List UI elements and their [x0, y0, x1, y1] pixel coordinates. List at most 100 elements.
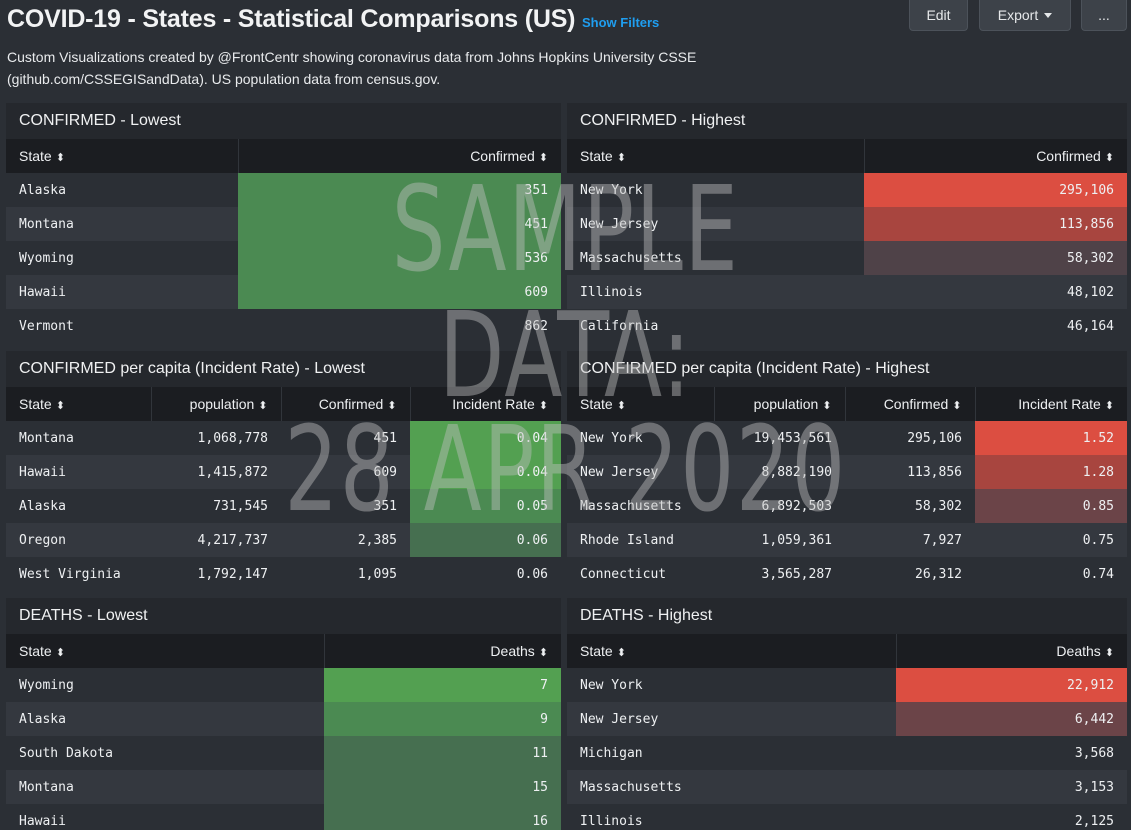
table-row[interactable]: Alaska 731,545 351 0.05 [6, 489, 561, 523]
state-cell: Rhode Island [567, 523, 714, 557]
data-table: State ⬍ Deaths ⬍ Wyoming 7 Alaska 9 South Dakota… [6, 634, 561, 830]
column-header-incident-rate[interactable]: Incident Rate ⬍ [410, 387, 561, 421]
value-cell: 609 [238, 275, 561, 309]
sort-icon[interactable]: ⬍ [822, 400, 831, 412]
value-cell: 8,882,190 [714, 455, 845, 489]
table-row[interactable]: Oregon 4,217,737 2,385 0.06 [6, 523, 561, 557]
column-header-confirmed[interactable]: Confirmed ⬍ [845, 387, 976, 421]
column-header-label: State [580, 148, 613, 164]
table-row[interactable]: Massachusetts 58,302 [567, 241, 1127, 275]
table-row[interactable]: California 46,164 [567, 309, 1127, 342]
sort-icon[interactable]: ⬍ [1105, 400, 1114, 412]
table-row[interactable]: New Jersey 8,882,190 113,856 1.28 [567, 455, 1127, 489]
edit-button[interactable]: Edit [909, 0, 968, 31]
table-row[interactable]: Wyoming 536 [6, 241, 561, 275]
column-header-label: Confirmed [318, 396, 384, 412]
column-header-deaths[interactable]: Deaths ⬍ [324, 634, 561, 668]
export-button[interactable]: Export [979, 0, 1071, 31]
state-cell: Michigan [567, 736, 896, 770]
table-row[interactable]: Montana 451 [6, 207, 561, 241]
sort-icon[interactable]: ⬍ [617, 152, 626, 164]
column-header-label: Incident Rate [1018, 396, 1101, 412]
value-cell: 11 [324, 736, 561, 770]
sort-icon[interactable]: ⬍ [617, 400, 626, 412]
panel-deaths-highest: DEATHS - Highest State ⬍ Deaths ⬍ New York 22,… [567, 598, 1127, 830]
value-cell: 4,217,737 [151, 523, 281, 557]
value-cell: 1.52 [975, 421, 1127, 455]
column-header-population[interactable]: population ⬍ [151, 387, 282, 421]
panel-title: CONFIRMED per capita (Incident Rate) - L… [6, 351, 561, 387]
sort-icon[interactable]: ⬍ [952, 400, 961, 412]
sort-icon[interactable]: ⬍ [539, 647, 548, 659]
table-row[interactable]: Wyoming 7 [6, 668, 561, 702]
column-header-state[interactable]: State ⬍ [6, 139, 239, 173]
table-row[interactable]: South Dakota 11 [6, 736, 561, 770]
sort-icon[interactable]: ⬍ [617, 647, 626, 659]
column-header-state[interactable]: State ⬍ [567, 387, 715, 421]
value-cell: 113,856 [864, 207, 1127, 241]
chevron-down-icon [1044, 12, 1053, 18]
show-filters-link[interactable]: Show Filters [582, 15, 659, 30]
table-row[interactable]: Illinois 2,125 [567, 804, 1127, 830]
value-cell: 731,545 [151, 489, 281, 523]
column-header-deaths[interactable]: Deaths ⬍ [896, 634, 1127, 668]
column-header-confirmed[interactable]: Confirmed ⬍ [238, 139, 561, 173]
sort-icon[interactable]: ⬍ [56, 400, 65, 412]
table-row[interactable]: Massachusetts 3,153 [567, 770, 1127, 804]
column-header-confirmed[interactable]: Confirmed ⬍ [281, 387, 411, 421]
column-header-confirmed[interactable]: Confirmed ⬍ [864, 139, 1127, 173]
value-cell: 1,095 [281, 557, 410, 590]
state-cell: New York [567, 668, 896, 702]
column-header-state[interactable]: State ⬍ [567, 139, 865, 173]
table-row[interactable]: New York 295,106 [567, 173, 1127, 207]
table-row[interactable]: New York 22,912 [567, 668, 1127, 702]
table-row[interactable]: Alaska 351 [6, 173, 561, 207]
table-row[interactable]: Hawaii 609 [6, 275, 561, 309]
table-row[interactable]: Connecticut 3,565,287 26,312 0.74 [567, 557, 1127, 590]
column-header-state[interactable]: State ⬍ [6, 634, 325, 668]
table-row[interactable]: New Jersey 6,442 [567, 702, 1127, 736]
panel-deaths-lowest: DEATHS - Lowest State ⬍ Deaths ⬍ Wyoming 7 Alas… [6, 598, 561, 830]
sort-icon[interactable]: ⬍ [56, 152, 65, 164]
sort-icon[interactable]: ⬍ [387, 400, 396, 412]
table-row[interactable]: Montana 15 [6, 770, 561, 804]
value-cell: 1,415,872 [151, 455, 281, 489]
table-row[interactable]: Alaska 9 [6, 702, 561, 736]
sort-icon[interactable]: ⬍ [539, 152, 548, 164]
value-cell: 295,106 [845, 421, 975, 455]
column-header-incident-rate[interactable]: Incident Rate ⬍ [975, 387, 1127, 421]
value-cell: 3,153 [896, 770, 1127, 804]
table-row[interactable]: Hawaii 1,415,872 609 0.04 [6, 455, 561, 489]
column-header-population[interactable]: population ⬍ [714, 387, 846, 421]
sort-icon[interactable]: ⬍ [1105, 152, 1114, 164]
table-row[interactable]: Rhode Island 1,059,361 7,927 0.75 [567, 523, 1127, 557]
state-cell: New Jersey [567, 455, 714, 489]
table-row[interactable]: Montana 1,068,778 451 0.04 [6, 421, 561, 455]
value-cell: 3,565,287 [714, 557, 845, 590]
table-row[interactable]: West Virginia 1,792,147 1,095 0.06 [6, 557, 561, 590]
column-header-state[interactable]: State ⬍ [567, 634, 897, 668]
state-cell: Vermont [6, 309, 238, 342]
table-row[interactable]: Michigan 3,568 [567, 736, 1127, 770]
column-header-state[interactable]: State ⬍ [6, 387, 152, 421]
column-header-label: Confirmed [1036, 148, 1101, 164]
sort-icon[interactable]: ⬍ [258, 400, 267, 412]
table-row[interactable]: New Jersey 113,856 [567, 207, 1127, 241]
sort-icon[interactable]: ⬍ [56, 647, 65, 659]
state-cell: Hawaii [6, 455, 151, 489]
more-actions-button[interactable]: ... [1081, 0, 1127, 31]
table-row[interactable]: New York 19,453,561 295,106 1.52 [567, 421, 1127, 455]
column-header-label: Deaths [1056, 643, 1101, 659]
value-cell: 1.28 [975, 455, 1127, 489]
state-cell: Alaska [6, 173, 238, 207]
table-row[interactable]: Vermont 862 [6, 309, 561, 342]
dashboard-header: COVID-19 - States - Statistical Comparis… [0, 0, 1131, 100]
table-row[interactable]: Massachusetts 6,892,503 58,302 0.85 [567, 489, 1127, 523]
sort-icon[interactable]: ⬍ [1105, 647, 1114, 659]
panel-incident-lowest: CONFIRMED per capita (Incident Rate) - L… [6, 351, 561, 590]
table-row[interactable]: Illinois 48,102 [567, 275, 1127, 309]
state-cell: Wyoming [6, 241, 238, 275]
sort-icon[interactable]: ⬍ [539, 400, 548, 412]
table-row[interactable]: Hawaii 16 [6, 804, 561, 830]
value-cell: 351 [281, 489, 410, 523]
